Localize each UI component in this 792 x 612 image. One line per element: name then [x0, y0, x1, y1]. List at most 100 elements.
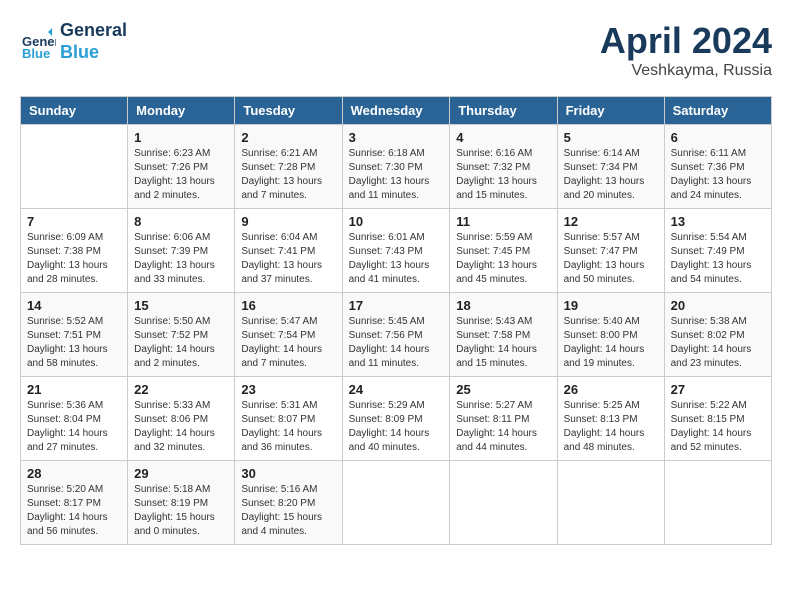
weekday-header: Friday: [557, 97, 664, 125]
day-number: 2: [241, 130, 335, 145]
day-info: Sunrise: 5:40 AM Sunset: 8:00 PM Dayligh…: [564, 315, 658, 371]
calendar-table: SundayMondayTuesdayWednesdayThursdayFrid…: [20, 96, 772, 545]
calendar-body: 1Sunrise: 6:23 AM Sunset: 7:26 PM Daylig…: [21, 125, 772, 545]
day-info: Sunrise: 5:16 AM Sunset: 8:20 PM Dayligh…: [241, 483, 335, 539]
calendar-cell: [664, 461, 771, 545]
calendar-week-row: 28Sunrise: 5:20 AM Sunset: 8:17 PM Dayli…: [21, 461, 772, 545]
calendar-cell: 23 Sunrise: 5:31 AM Sunset: 8:07 PM Dayli…: [235, 377, 342, 461]
logo-blue: Blue: [60, 42, 127, 64]
calendar-cell: 14 Sunrise: 5:52 AM Sunset: 7:51 PM Dayli…: [21, 293, 128, 377]
calendar-cell: 18Sunrise: 5:43 AM Sunset: 7:58 PM Dayli…: [450, 293, 557, 377]
day-info: Sunrise: 5:25 AM Sunset: 8:13 PM Dayligh…: [564, 399, 658, 455]
location-title: Veshkayma, Russia: [600, 62, 772, 80]
day-info: Sunrise: 5:27 AM Sunset: 8:11 PM Dayligh…: [456, 399, 550, 455]
day-info: Sunrise: 5:54 AM Sunset: 7:49 PM Dayligh…: [671, 231, 765, 287]
calendar-cell: 15Sunrise: 5:50 AM Sunset: 7:52 PM Dayli…: [128, 293, 235, 377]
day-info: Sunrise: 6:11 AM Sunset: 7:36 PM Dayligh…: [671, 147, 765, 203]
calendar-cell: 1Sunrise: 6:23 AM Sunset: 7:26 PM Daylig…: [128, 125, 235, 209]
logo-general: General: [60, 20, 127, 42]
day-info: Sunrise: 6:16 AM Sunset: 7:32 PM Dayligh…: [456, 147, 550, 203]
calendar-cell: 22Sunrise: 5:33 AM Sunset: 8:06 PM Dayli…: [128, 377, 235, 461]
calendar-cell: 27 Sunrise: 5:22 AM Sunset: 8:15 PM Dayli…: [664, 377, 771, 461]
weekday-header: Monday: [128, 97, 235, 125]
day-info: Sunrise: 6:14 AM Sunset: 7:34 PM Dayligh…: [564, 147, 658, 203]
day-number: 15: [134, 298, 228, 313]
day-number: 8: [134, 214, 228, 229]
day-info: Sunrise: 5:36 AM Sunset: 8:04 PM Dayligh…: [27, 399, 121, 455]
day-info: Sunrise: 6:04 AM Sunset: 7:41 PM Dayligh…: [241, 231, 335, 287]
day-number: 18: [456, 298, 550, 313]
calendar-cell: [450, 461, 557, 545]
day-info: Sunrise: 5:29 AM Sunset: 8:09 PM Dayligh…: [349, 399, 444, 455]
calendar-cell: 7 Sunrise: 6:09 AM Sunset: 7:38 PM Daylig…: [21, 209, 128, 293]
day-number: 19: [564, 298, 658, 313]
calendar-cell: 8 Sunrise: 6:06 AM Sunset: 7:39 PM Daylig…: [128, 209, 235, 293]
calendar-header: SundayMondayTuesdayWednesdayThursdayFrid…: [21, 97, 772, 125]
day-number: 7: [27, 214, 121, 229]
day-number: 20: [671, 298, 765, 313]
calendar-cell: 6 Sunrise: 6:11 AM Sunset: 7:36 PM Daylig…: [664, 125, 771, 209]
day-number: 14: [27, 298, 121, 313]
day-number: 21: [27, 382, 121, 397]
calendar-cell: 11 Sunrise: 5:59 AM Sunset: 7:45 PM Dayli…: [450, 209, 557, 293]
day-number: 12: [564, 214, 658, 229]
day-number: 24: [349, 382, 444, 397]
month-title: April 2024: [600, 20, 772, 62]
day-info: Sunrise: 6:06 AM Sunset: 7:39 PM Dayligh…: [134, 231, 228, 287]
calendar-cell: 20 Sunrise: 5:38 AM Sunset: 8:02 PM Dayli…: [664, 293, 771, 377]
calendar-week-row: 21 Sunrise: 5:36 AM Sunset: 8:04 PM Dayli…: [21, 377, 772, 461]
title-block: April 2024 Veshkayma, Russia: [600, 20, 772, 80]
calendar-cell: 5 Sunrise: 6:14 AM Sunset: 7:34 PM Daylig…: [557, 125, 664, 209]
calendar-week-row: 14 Sunrise: 5:52 AM Sunset: 7:51 PM Dayli…: [21, 293, 772, 377]
calendar-cell: 16Sunrise: 5:47 AM Sunset: 7:54 PM Dayli…: [235, 293, 342, 377]
day-info: Sunrise: 5:52 AM Sunset: 7:51 PM Dayligh…: [27, 315, 121, 371]
day-number: 16: [241, 298, 335, 313]
weekday-header: Sunday: [21, 97, 128, 125]
calendar-cell: 4 Sunrise: 6:16 AM Sunset: 7:32 PM Daylig…: [450, 125, 557, 209]
day-info: Sunrise: 5:38 AM Sunset: 8:02 PM Dayligh…: [671, 315, 765, 371]
calendar-cell: 30 Sunrise: 5:16 AM Sunset: 8:20 PM Dayli…: [235, 461, 342, 545]
day-info: Sunrise: 6:18 AM Sunset: 7:30 PM Dayligh…: [349, 147, 444, 203]
calendar-cell: 13 Sunrise: 5:54 AM Sunset: 7:49 PM Dayli…: [664, 209, 771, 293]
svg-text:Blue: Blue: [22, 46, 50, 60]
day-number: 10: [349, 214, 444, 229]
day-number: 28: [27, 466, 121, 481]
calendar-cell: [21, 125, 128, 209]
day-info: Sunrise: 5:31 AM Sunset: 8:07 PM Dayligh…: [241, 399, 335, 455]
day-number: 30: [241, 466, 335, 481]
weekday-header: Thursday: [450, 97, 557, 125]
calendar-cell: 26 Sunrise: 5:25 AM Sunset: 8:13 PM Dayli…: [557, 377, 664, 461]
day-number: 17: [349, 298, 444, 313]
calendar-cell: 21 Sunrise: 5:36 AM Sunset: 8:04 PM Dayli…: [21, 377, 128, 461]
page-header: General Blue General Blue April 2024 Ves…: [20, 20, 772, 80]
calendar-week-row: 7 Sunrise: 6:09 AM Sunset: 7:38 PM Daylig…: [21, 209, 772, 293]
logo-icon: General Blue: [20, 24, 56, 60]
day-number: 4: [456, 130, 550, 145]
day-info: Sunrise: 6:09 AM Sunset: 7:38 PM Dayligh…: [27, 231, 121, 287]
calendar-cell: 25 Sunrise: 5:27 AM Sunset: 8:11 PM Dayli…: [450, 377, 557, 461]
calendar-cell: 2 Sunrise: 6:21 AM Sunset: 7:28 PM Daylig…: [235, 125, 342, 209]
calendar-cell: [557, 461, 664, 545]
calendar-cell: 3Sunrise: 6:18 AM Sunset: 7:30 PM Daylig…: [342, 125, 450, 209]
calendar-cell: 9Sunrise: 6:04 AM Sunset: 7:41 PM Daylig…: [235, 209, 342, 293]
day-info: Sunrise: 5:59 AM Sunset: 7:45 PM Dayligh…: [456, 231, 550, 287]
day-info: Sunrise: 5:22 AM Sunset: 8:15 PM Dayligh…: [671, 399, 765, 455]
day-number: 13: [671, 214, 765, 229]
day-number: 6: [671, 130, 765, 145]
day-number: 26: [564, 382, 658, 397]
calendar-cell: 17 Sunrise: 5:45 AM Sunset: 7:56 PM Dayli…: [342, 293, 450, 377]
day-number: 5: [564, 130, 658, 145]
day-info: Sunrise: 6:01 AM Sunset: 7:43 PM Dayligh…: [349, 231, 444, 287]
day-info: Sunrise: 6:21 AM Sunset: 7:28 PM Dayligh…: [241, 147, 335, 203]
calendar-cell: 24 Sunrise: 5:29 AM Sunset: 8:09 PM Dayli…: [342, 377, 450, 461]
weekday-header: Wednesday: [342, 97, 450, 125]
day-number: 27: [671, 382, 765, 397]
calendar-cell: 10 Sunrise: 6:01 AM Sunset: 7:43 PM Dayli…: [342, 209, 450, 293]
calendar-cell: [342, 461, 450, 545]
day-number: 22: [134, 382, 228, 397]
day-number: 11: [456, 214, 550, 229]
weekday-header: Tuesday: [235, 97, 342, 125]
day-number: 23: [241, 382, 335, 397]
day-info: Sunrise: 5:45 AM Sunset: 7:56 PM Dayligh…: [349, 315, 444, 371]
day-number: 25: [456, 382, 550, 397]
